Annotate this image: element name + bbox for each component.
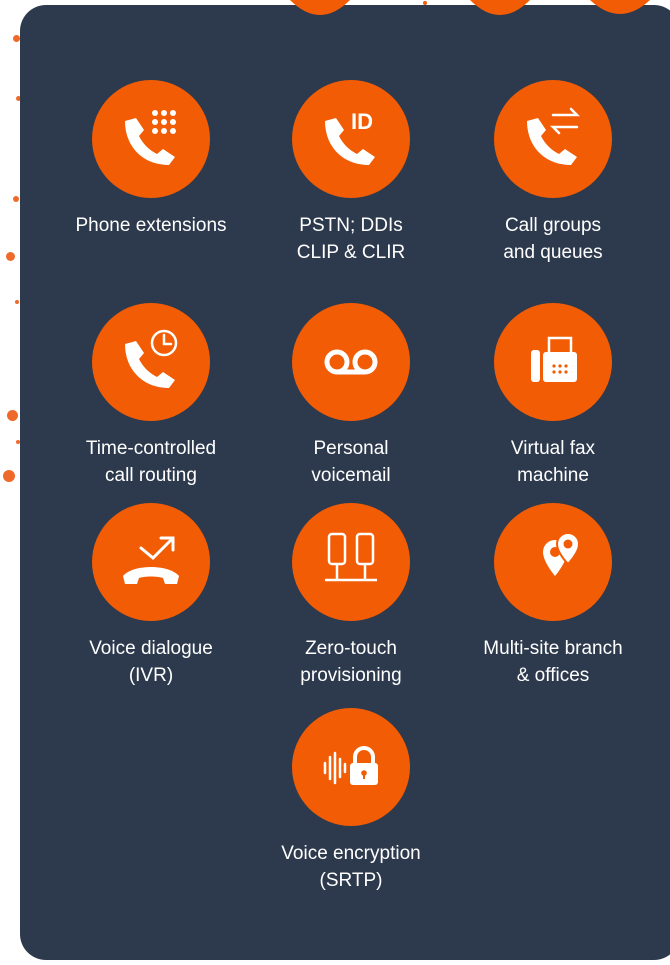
feature-label: PSTN; DDIs CLIP & CLIR — [296, 215, 406, 263]
feature-icon-circle — [292, 503, 410, 621]
feature-icon-circle — [494, 503, 612, 621]
map-pins-icon — [543, 532, 581, 576]
decor-arcs — [290, 0, 650, 15]
feature-label: Voice dialogue (IVR) — [89, 638, 213, 686]
encryption-lock-icon — [323, 746, 378, 785]
feature-pstn: ID PSTN; DDIs CLIP & CLIR — [251, 80, 451, 266]
feature-provisioning: Zero-touch provisioning — [251, 503, 451, 689]
decor-dot — [13, 35, 20, 42]
devices-provisioning-icon — [325, 532, 377, 582]
svg-text:ID: ID — [351, 109, 373, 134]
feature-label: Time-controlled call routing — [85, 438, 217, 486]
phone-id-icon: ID — [325, 109, 375, 165]
feature-ivr: Voice dialogue (IVR) — [51, 503, 251, 689]
feature-fax: Virtual fax machine — [453, 303, 653, 489]
decor-dot — [6, 252, 15, 261]
decor-dot — [3, 470, 15, 482]
voicemail-icon — [324, 349, 378, 375]
feature-icon-circle: ID — [292, 80, 410, 198]
decor-dot — [7, 410, 18, 421]
feature-icon-circle — [494, 303, 612, 421]
phone-clock-icon — [125, 329, 178, 388]
ivr-phone-icon — [123, 536, 179, 584]
feature-encryption: Voice encryption (SRTP) — [251, 708, 451, 894]
feature-label: Zero-touch provisioning — [300, 638, 402, 686]
feature-icon-circle — [494, 80, 612, 198]
feature-label: Multi-site branch & offices — [483, 638, 623, 686]
fax-machine-icon — [531, 336, 577, 382]
feature-call-groups: Call groups and queues — [453, 80, 653, 266]
phone-transfer-icon — [527, 107, 581, 165]
feature-label: Virtual fax machine — [510, 438, 596, 486]
feature-label: Call groups and queues — [503, 215, 603, 263]
feature-icon-circle — [92, 303, 210, 421]
decor-dot — [15, 300, 19, 304]
feature-icon-circle — [92, 503, 210, 621]
phone-keypad-icon — [125, 110, 176, 165]
feature-voicemail: Personal voicemail — [251, 303, 451, 489]
feature-icon-circle — [92, 80, 210, 198]
feature-label: Phone extensions — [75, 215, 227, 236]
feature-multi-site: Multi-site branch & offices — [453, 503, 653, 689]
decor-dot — [13, 196, 19, 202]
feature-phone-extensions: Phone extensions — [51, 80, 251, 239]
feature-label: Voice encryption (SRTP) — [281, 843, 421, 891]
feature-icon-circle — [292, 303, 410, 421]
feature-time-routing: Time-controlled call routing — [51, 303, 251, 489]
feature-icon-circle — [292, 708, 410, 826]
feature-label: Personal voicemail — [311, 438, 391, 486]
